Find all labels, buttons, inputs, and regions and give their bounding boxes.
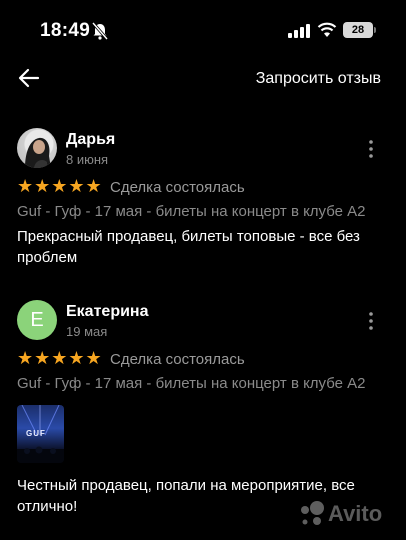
review-item-link[interactable]: Guf - Гуф - 17 мая - билеты на концерт в… bbox=[17, 203, 366, 220]
status-time: 18:49 bbox=[40, 20, 91, 41]
status-bar: 18:49 28 bbox=[0, 0, 406, 60]
avatar[interactable]: Е bbox=[17, 300, 57, 340]
avatar-photo bbox=[25, 137, 51, 168]
review-author[interactable]: Дарья bbox=[66, 131, 115, 149]
more-options-icon[interactable] bbox=[364, 311, 378, 331]
more-options-icon[interactable] bbox=[364, 139, 378, 159]
avatar[interactable] bbox=[17, 128, 57, 168]
avito-logo-icon bbox=[301, 501, 324, 525]
review-date: 8 июня bbox=[66, 152, 109, 167]
battery-tip bbox=[374, 27, 376, 33]
rating-stars: ★★★★★ bbox=[17, 348, 103, 368]
deal-status: Сделка состоялась bbox=[110, 351, 245, 368]
wifi-icon bbox=[317, 22, 337, 37]
request-review-button[interactable]: Запросить отзыв bbox=[256, 70, 381, 88]
review-photo[interactable]: GUF bbox=[17, 405, 64, 463]
review-author[interactable]: Екатерина bbox=[66, 303, 148, 321]
review-date: 19 мая bbox=[66, 324, 108, 339]
photo-caption: GUF bbox=[26, 429, 46, 438]
rating-stars: ★★★★★ bbox=[17, 176, 103, 196]
deal-status: Сделка состоялась bbox=[110, 179, 245, 196]
review-text: Прекрасный продавец, билеты топовые - вс… bbox=[17, 228, 360, 266]
watermark-text: Avito bbox=[328, 501, 383, 526]
nav-bar: Запросить отзыв bbox=[0, 60, 406, 100]
review-card: Дарья 8 июня ★★★★★ Сделка состоялась Guf… bbox=[0, 125, 406, 275]
signal-icon bbox=[288, 24, 310, 38]
back-arrow-icon[interactable] bbox=[18, 67, 40, 89]
avito-watermark: Avito bbox=[298, 500, 398, 528]
review-card: Е Екатерина 19 мая ★★★★★ Сделка состояла… bbox=[0, 297, 406, 527]
review-item-link[interactable]: Guf - Гуф - 17 мая - билеты на концерт в… bbox=[17, 375, 366, 392]
bell-off-icon bbox=[92, 22, 108, 40]
battery-icon: 28 bbox=[343, 22, 373, 38]
